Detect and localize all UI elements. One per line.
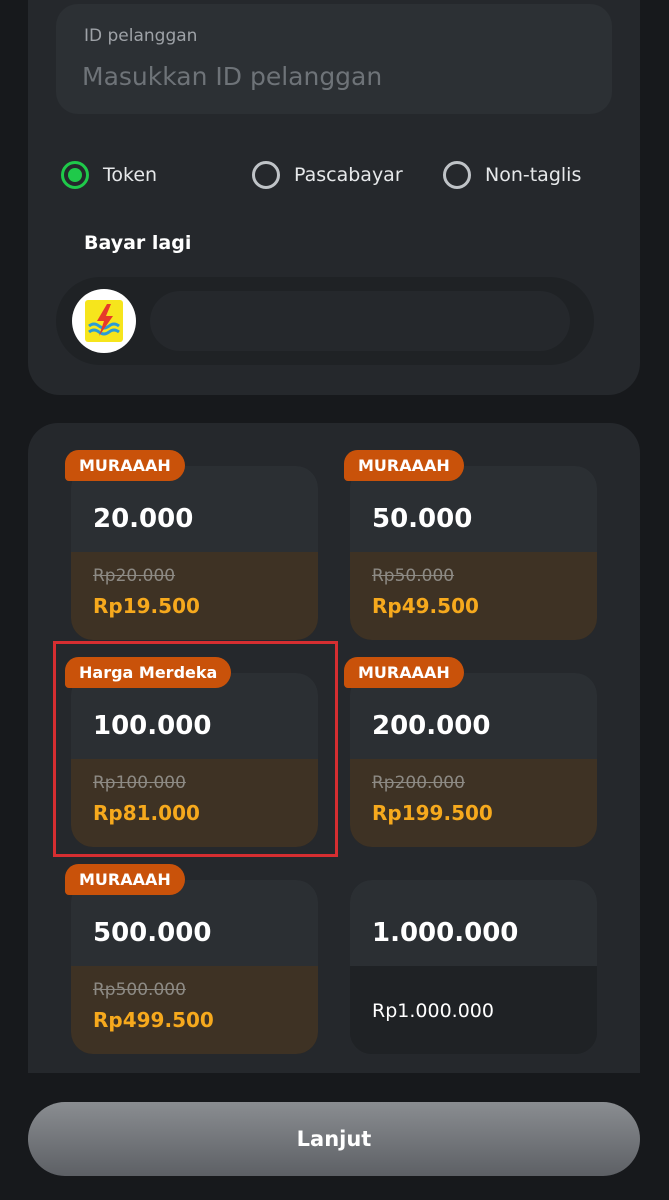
radio-token[interactable]: Token [61, 156, 157, 194]
product-card-200000[interactable]: 200.000 Rp200.000 Rp199.500 [350, 673, 597, 847]
radio-pascabayar-label: Pascabayar [294, 164, 403, 186]
customer-id-input[interactable] [82, 56, 582, 96]
product-card-50000[interactable]: 50.000 Rp50.000 Rp49.500 [350, 466, 597, 640]
product-card-1000000[interactable]: 1.000.000 Rp1.000.000 [350, 880, 597, 1054]
pln-token-purchase-screen: ID pelanggan Token Pascabayar Non-taglis… [0, 0, 669, 1200]
radio-non-taglis[interactable]: Non-taglis [443, 156, 581, 194]
product-amount: 500.000 [93, 918, 212, 948]
pay-again-item[interactable] [56, 277, 594, 365]
continue-button[interactable]: Lanjut [28, 1102, 640, 1176]
product-price-area: Rp20.000 Rp19.500 [71, 552, 318, 640]
promo-badge: MURAAAH [344, 450, 464, 481]
product-price-area: Rp100.000 Rp81.000 [71, 759, 318, 847]
customer-id-label: ID pelanggan [84, 26, 198, 46]
product-original-price: Rp100.000 [93, 773, 186, 793]
promo-badge: MURAAAH [65, 864, 185, 895]
product-discount-price: Rp19.500 [93, 594, 200, 618]
product-amount: 200.000 [372, 711, 491, 741]
product-discount-price: Rp499.500 [93, 1008, 214, 1032]
radio-unselected-icon [443, 161, 471, 189]
pln-logo-graphic [85, 300, 123, 342]
product-price-area: Rp500.000 Rp499.500 [71, 966, 318, 1054]
promo-badge: MURAAAH [344, 657, 464, 688]
radio-unselected-icon [252, 161, 280, 189]
product-discount-price: Rp49.500 [372, 594, 479, 618]
product-discount-price: Rp199.500 [372, 801, 493, 825]
product-original-price: Rp20.000 [93, 566, 176, 586]
pln-logo-icon [72, 289, 136, 353]
radio-pascabayar[interactable]: Pascabayar [252, 156, 403, 194]
product-amount: 1.000.000 [372, 918, 519, 948]
product-card-500000[interactable]: 500.000 Rp500.000 Rp499.500 [71, 880, 318, 1054]
promo-badge: MURAAAH [65, 450, 185, 481]
payment-type-group: Token Pascabayar Non-taglis [0, 156, 669, 196]
product-price: Rp1.000.000 [372, 1000, 494, 1022]
product-card-20000[interactable]: 20.000 Rp20.000 Rp19.500 [71, 466, 318, 640]
product-original-price: Rp50.000 [372, 566, 455, 586]
product-amount: 20.000 [93, 504, 194, 534]
radio-token-label: Token [103, 164, 158, 186]
product-amount: 100.000 [93, 711, 212, 741]
product-price-area: Rp200.000 Rp199.500 [350, 759, 597, 847]
product-original-price: Rp200.000 [372, 773, 465, 793]
pay-again-title: Bayar lagi [84, 232, 192, 254]
promo-badge: Harga Merdeka [65, 657, 232, 688]
product-price-area: Rp50.000 Rp49.500 [350, 552, 597, 640]
product-discount-price: Rp81.000 [93, 801, 200, 825]
radio-selected-icon [61, 161, 89, 189]
product-original-price: Rp500.000 [93, 980, 186, 1000]
product-price-area: Rp1.000.000 [350, 966, 597, 1054]
pay-again-details [150, 291, 570, 351]
customer-id-field[interactable]: ID pelanggan [56, 4, 612, 114]
product-card-100000[interactable]: 100.000 Rp100.000 Rp81.000 [71, 673, 318, 847]
product-amount-area: 1.000.000 [350, 880, 597, 966]
product-amount: 50.000 [372, 504, 473, 534]
radio-non-taglis-label: Non-taglis [485, 164, 582, 186]
